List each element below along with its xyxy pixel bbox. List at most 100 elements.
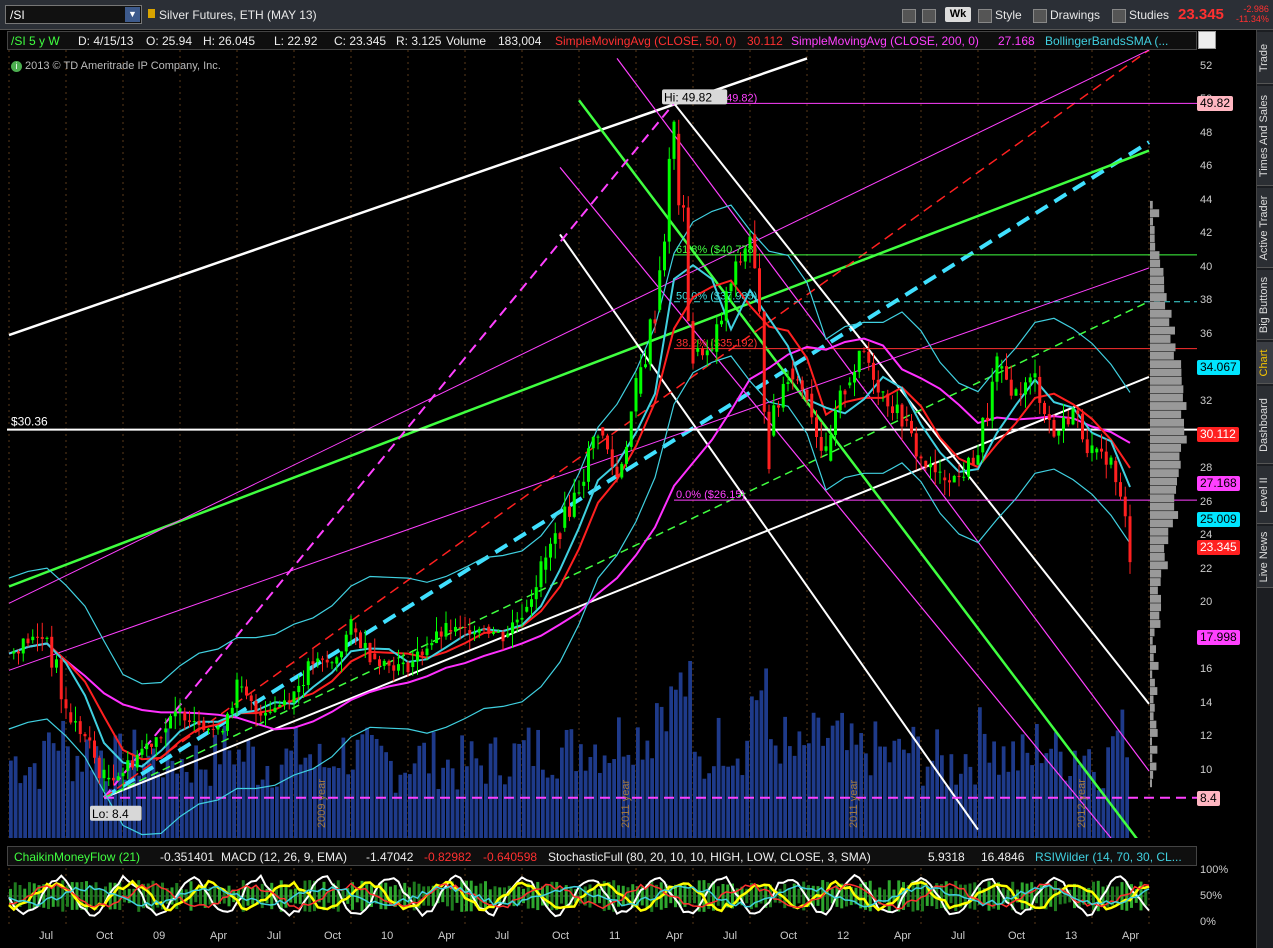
histogram-bar bbox=[303, 880, 307, 912]
candle-body bbox=[468, 630, 472, 635]
volume-bar bbox=[1068, 776, 1072, 838]
price-tick-label: 38 bbox=[1200, 294, 1213, 307]
volume-bar bbox=[716, 717, 721, 838]
candle-body bbox=[316, 658, 320, 662]
tab-live-news[interactable]: Live News bbox=[1257, 526, 1273, 588]
oscillator-chart[interactable] bbox=[7, 868, 1197, 924]
volume-bar bbox=[807, 743, 811, 838]
price-tick-label: 42 bbox=[1200, 227, 1213, 240]
price-tick-label: 52 bbox=[1200, 59, 1213, 72]
sma200-value: 27.168 bbox=[998, 34, 1035, 48]
oscillator-tick-label: 100% bbox=[1200, 864, 1229, 876]
histogram-bar bbox=[916, 881, 920, 911]
candle-body bbox=[1047, 414, 1051, 420]
volume-bar bbox=[61, 720, 65, 838]
candle-body bbox=[135, 754, 139, 768]
style-button[interactable]: Style bbox=[978, 6, 1022, 24]
symbol-input[interactable]: /SI ▼ bbox=[5, 5, 142, 24]
bar-date: D: 4/15/13 bbox=[78, 34, 134, 48]
chevron-down-icon[interactable]: ▼ bbox=[125, 7, 140, 22]
volume-profile-bar bbox=[1150, 435, 1187, 444]
volume-bar bbox=[455, 789, 460, 838]
candle-body bbox=[734, 261, 738, 285]
tab-times-and-sales[interactable]: Times And Sales bbox=[1257, 86, 1273, 186]
tab-chart[interactable]: Chart bbox=[1257, 342, 1273, 384]
volume-bar bbox=[702, 778, 707, 838]
price-tick-label: 36 bbox=[1200, 328, 1213, 341]
time-tick-label: 11 bbox=[609, 930, 621, 942]
year-label: 2009 year bbox=[316, 779, 328, 828]
rsi-label[interactable]: RSIWilder (14, 70, 30, CL... bbox=[1035, 850, 1182, 864]
candle-body bbox=[202, 720, 206, 731]
candle-body bbox=[197, 721, 201, 726]
cmf-label[interactable]: ChaikinMoneyFlow (21) bbox=[14, 850, 140, 864]
drawings-button[interactable]: Drawings bbox=[1033, 6, 1100, 24]
volume-bar bbox=[802, 745, 806, 838]
candle-body bbox=[1090, 445, 1094, 454]
candle-body bbox=[302, 685, 305, 687]
volume-bar bbox=[778, 763, 783, 838]
volume-bar bbox=[218, 764, 222, 838]
candle-body bbox=[1109, 457, 1113, 465]
volume-profile-bar bbox=[1150, 536, 1169, 545]
candle-body bbox=[473, 632, 476, 635]
volume-bar bbox=[887, 762, 892, 838]
candle-body bbox=[530, 599, 533, 607]
volume-bar bbox=[1011, 741, 1015, 838]
candle-body bbox=[971, 457, 975, 465]
candle-body bbox=[1057, 430, 1061, 436]
volume-bar bbox=[379, 745, 384, 838]
bollinger-label[interactable]: BollingerBandsSMA (... bbox=[1045, 34, 1168, 48]
sma50-label[interactable]: SimpleMovingAvg (CLOSE, 50, 0) bbox=[555, 34, 736, 48]
candle-body bbox=[962, 476, 966, 478]
candle-body bbox=[74, 721, 77, 723]
candle-body bbox=[819, 436, 823, 451]
volume-bar bbox=[911, 726, 916, 838]
macd-label[interactable]: MACD (12, 26, 9, EMA) bbox=[221, 850, 347, 864]
price-chart[interactable]: 100.0% ($49.82)61.8% ($40.778)50.0% ($37… bbox=[7, 50, 1197, 838]
volume-bar bbox=[127, 760, 132, 838]
candle-body bbox=[1085, 439, 1089, 454]
candle-body bbox=[458, 626, 462, 628]
candle-body bbox=[159, 737, 163, 739]
volume-bar bbox=[1049, 748, 1053, 838]
histogram-bar bbox=[99, 889, 103, 903]
aggregation-button[interactable]: Wk bbox=[945, 7, 971, 22]
tab-big-buttons[interactable]: Big Buttons bbox=[1257, 270, 1273, 340]
wrench-icon[interactable] bbox=[922, 6, 939, 24]
tab-dashboard[interactable]: Dashboard bbox=[1257, 386, 1273, 464]
volume-bar bbox=[389, 760, 393, 838]
info-icon[interactable]: i bbox=[11, 60, 22, 72]
stochastic-label[interactable]: StochasticFull (80, 20, 10, 10, HIGH, LO… bbox=[548, 850, 871, 864]
volume-bar bbox=[308, 754, 312, 838]
candle-body bbox=[753, 234, 757, 269]
candle-body bbox=[325, 659, 329, 663]
chart-settings-icon[interactable] bbox=[1198, 31, 1216, 49]
volume-bar bbox=[721, 765, 726, 838]
volume-profile-bar bbox=[1150, 636, 1153, 645]
candle-body bbox=[368, 642, 372, 663]
tab-active-trader[interactable]: Active Trader bbox=[1257, 188, 1273, 268]
symbol-period[interactable]: /SI 5 y W bbox=[11, 34, 60, 48]
drawing-tools-icon[interactable] bbox=[902, 6, 919, 24]
tab-trade[interactable]: Trade bbox=[1257, 32, 1273, 84]
price-tick-label: 32 bbox=[1200, 395, 1213, 408]
sma200-label[interactable]: SimpleMovingAvg (CLOSE, 200, 0) bbox=[791, 34, 979, 48]
candle-body bbox=[919, 456, 923, 459]
tab-level-ii[interactable]: Level II bbox=[1257, 466, 1273, 524]
volume-bar bbox=[826, 737, 830, 838]
candle-body bbox=[933, 463, 937, 473]
price-tick-label: 48 bbox=[1200, 126, 1213, 139]
histogram-bar bbox=[284, 884, 288, 908]
volume-label[interactable]: Volume bbox=[446, 34, 486, 48]
volume-bar bbox=[840, 712, 844, 838]
volume-bar bbox=[246, 740, 251, 838]
studies-button[interactable]: Studies bbox=[1112, 6, 1169, 24]
histogram-bar bbox=[336, 880, 340, 912]
bookmark-icon[interactable] bbox=[148, 9, 155, 18]
volume-profile-bar bbox=[1150, 318, 1170, 327]
volume-profile-bar bbox=[1150, 251, 1160, 260]
candle-body bbox=[449, 630, 453, 632]
study-header: /SI 5 y W D: 4/15/13 O: 25.94 H: 26.045 … bbox=[7, 31, 1197, 50]
volume-bar bbox=[341, 737, 346, 838]
